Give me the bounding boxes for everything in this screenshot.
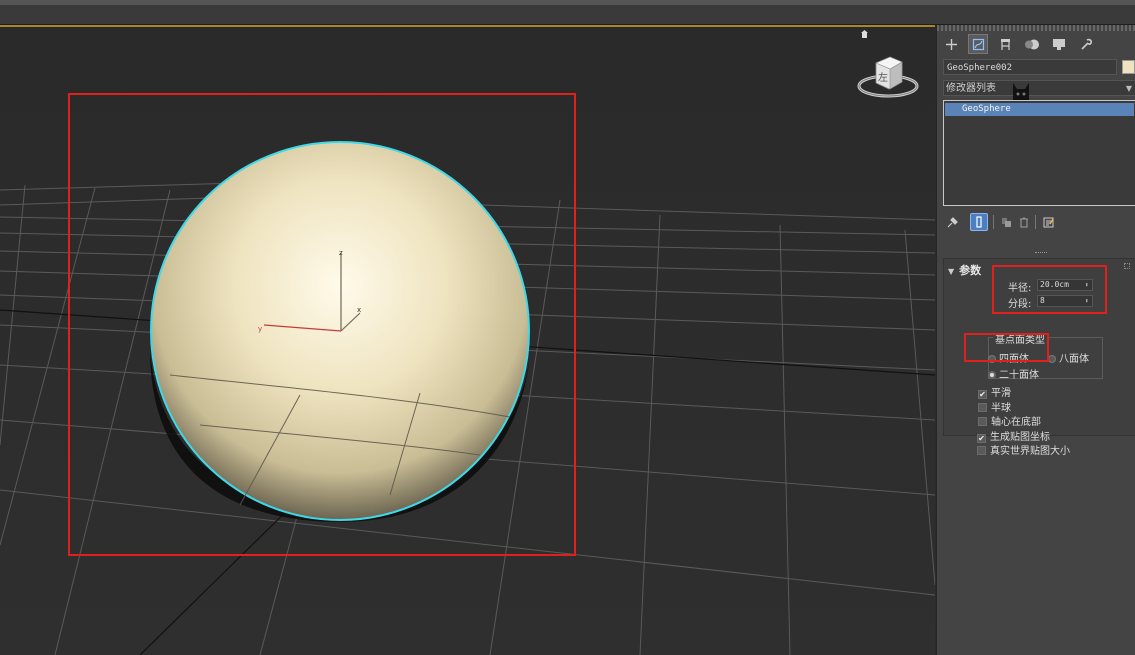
panel-drag-handle[interactable] <box>937 25 1135 31</box>
object-color-swatch[interactable] <box>1122 60 1135 74</box>
checkbox-smooth[interactable]: ✔ 平滑 <box>978 384 1011 399</box>
chevron-down-icon: ▼ <box>1125 84 1132 93</box>
viewcube-face-left: 左 <box>878 71 888 84</box>
checkbox-real-world-map-size[interactable]: 真实世界贴图大小 <box>977 442 1070 457</box>
modifier-list-label: 修改器列表 <box>946 83 996 94</box>
collapse-triangle-icon: ▼ <box>948 267 955 276</box>
display-tab-icon[interactable] <box>1049 34 1069 54</box>
axis-label-x: x <box>357 306 361 314</box>
hierarchy-tab-icon[interactable] <box>995 34 1015 54</box>
axis-label-z: z <box>339 249 343 257</box>
radius-value: 20.0cm <box>1040 280 1069 289</box>
parameters-rollout: ▼ 参数 半径: 20.0cm ⬍ 分段: 8 ⬍ 基点面类型 四面体 八面体 二… <box>943 258 1135 436</box>
rollout-title: 参数 <box>959 264 982 277</box>
axis-label-y: y <box>258 325 262 333</box>
command-panel: GeoSphere002 修改器列表 ▼ GeoSphere ▼ 参数 半径: … <box>936 25 1135 655</box>
active-viewport-border <box>0 25 935 27</box>
rollout-grip-icon[interactable] <box>1124 263 1130 269</box>
create-tab-icon[interactable] <box>941 34 961 54</box>
modifier-stack[interactable]: GeoSphere <box>943 100 1135 206</box>
motion-tab-icon[interactable] <box>1022 34 1042 54</box>
perspective-viewport[interactable]: z x y <box>0 25 935 655</box>
segments-spinner[interactable]: 8 ⬍ <box>1037 295 1093 307</box>
checkbox-base-to-pivot[interactable]: 轴心在底部 <box>978 413 1041 428</box>
checkbox-hemisphere[interactable]: 半球 <box>978 399 1011 414</box>
configure-modifier-sets-icon[interactable] <box>1039 213 1057 231</box>
main-toolbar <box>0 0 1135 25</box>
spinner-arrows-icon[interactable]: ⬍ <box>1085 296 1089 306</box>
modifier-list-dropdown[interactable]: 修改器列表 ▼ <box>943 80 1135 96</box>
radio-octahedron[interactable]: 八面体 <box>1048 350 1089 365</box>
segments-value: 8 <box>1040 296 1045 305</box>
pin-stack-icon[interactable] <box>943 213 961 231</box>
modify-tab-icon[interactable] <box>968 34 988 54</box>
stack-item-geosphere[interactable]: GeoSphere <box>945 103 1134 116</box>
radius-spinner[interactable]: 20.0cm ⬍ <box>1037 279 1093 291</box>
spinner-arrows-icon[interactable]: ⬍ <box>1085 280 1089 290</box>
viewport-scene[interactable]: z x y <box>0 25 935 655</box>
rollout-header[interactable]: ▼ 参数 <box>948 262 981 278</box>
show-end-result-icon[interactable] <box>970 213 988 231</box>
base-type-title: 基点面类型 <box>993 331 1047 346</box>
segments-label: 分段: <box>1008 299 1032 310</box>
remove-modifier-icon[interactable] <box>1015 213 1033 231</box>
object-name-field[interactable]: GeoSphere002 <box>943 59 1117 75</box>
utilities-tab-icon[interactable] <box>1076 34 1096 54</box>
radio-icosahedron[interactable]: 二十面体 <box>988 366 1039 381</box>
home-icon[interactable] <box>861 30 868 38</box>
viewcube[interactable]: 左 <box>857 55 921 101</box>
checkbox-generate-mapping-coords[interactable]: ✔ 生成贴图坐标 <box>977 428 1050 443</box>
make-unique-icon[interactable] <box>997 213 1015 231</box>
3dsmax-window: z x y 左 GeoSphere002 修改器列表 ▼ GeoSphere ▼… <box>0 0 1135 655</box>
rollout-separator <box>1035 252 1047 255</box>
radius-label: 半径: <box>1008 283 1032 294</box>
radio-tetrahedron[interactable]: 四面体 <box>988 350 1029 365</box>
